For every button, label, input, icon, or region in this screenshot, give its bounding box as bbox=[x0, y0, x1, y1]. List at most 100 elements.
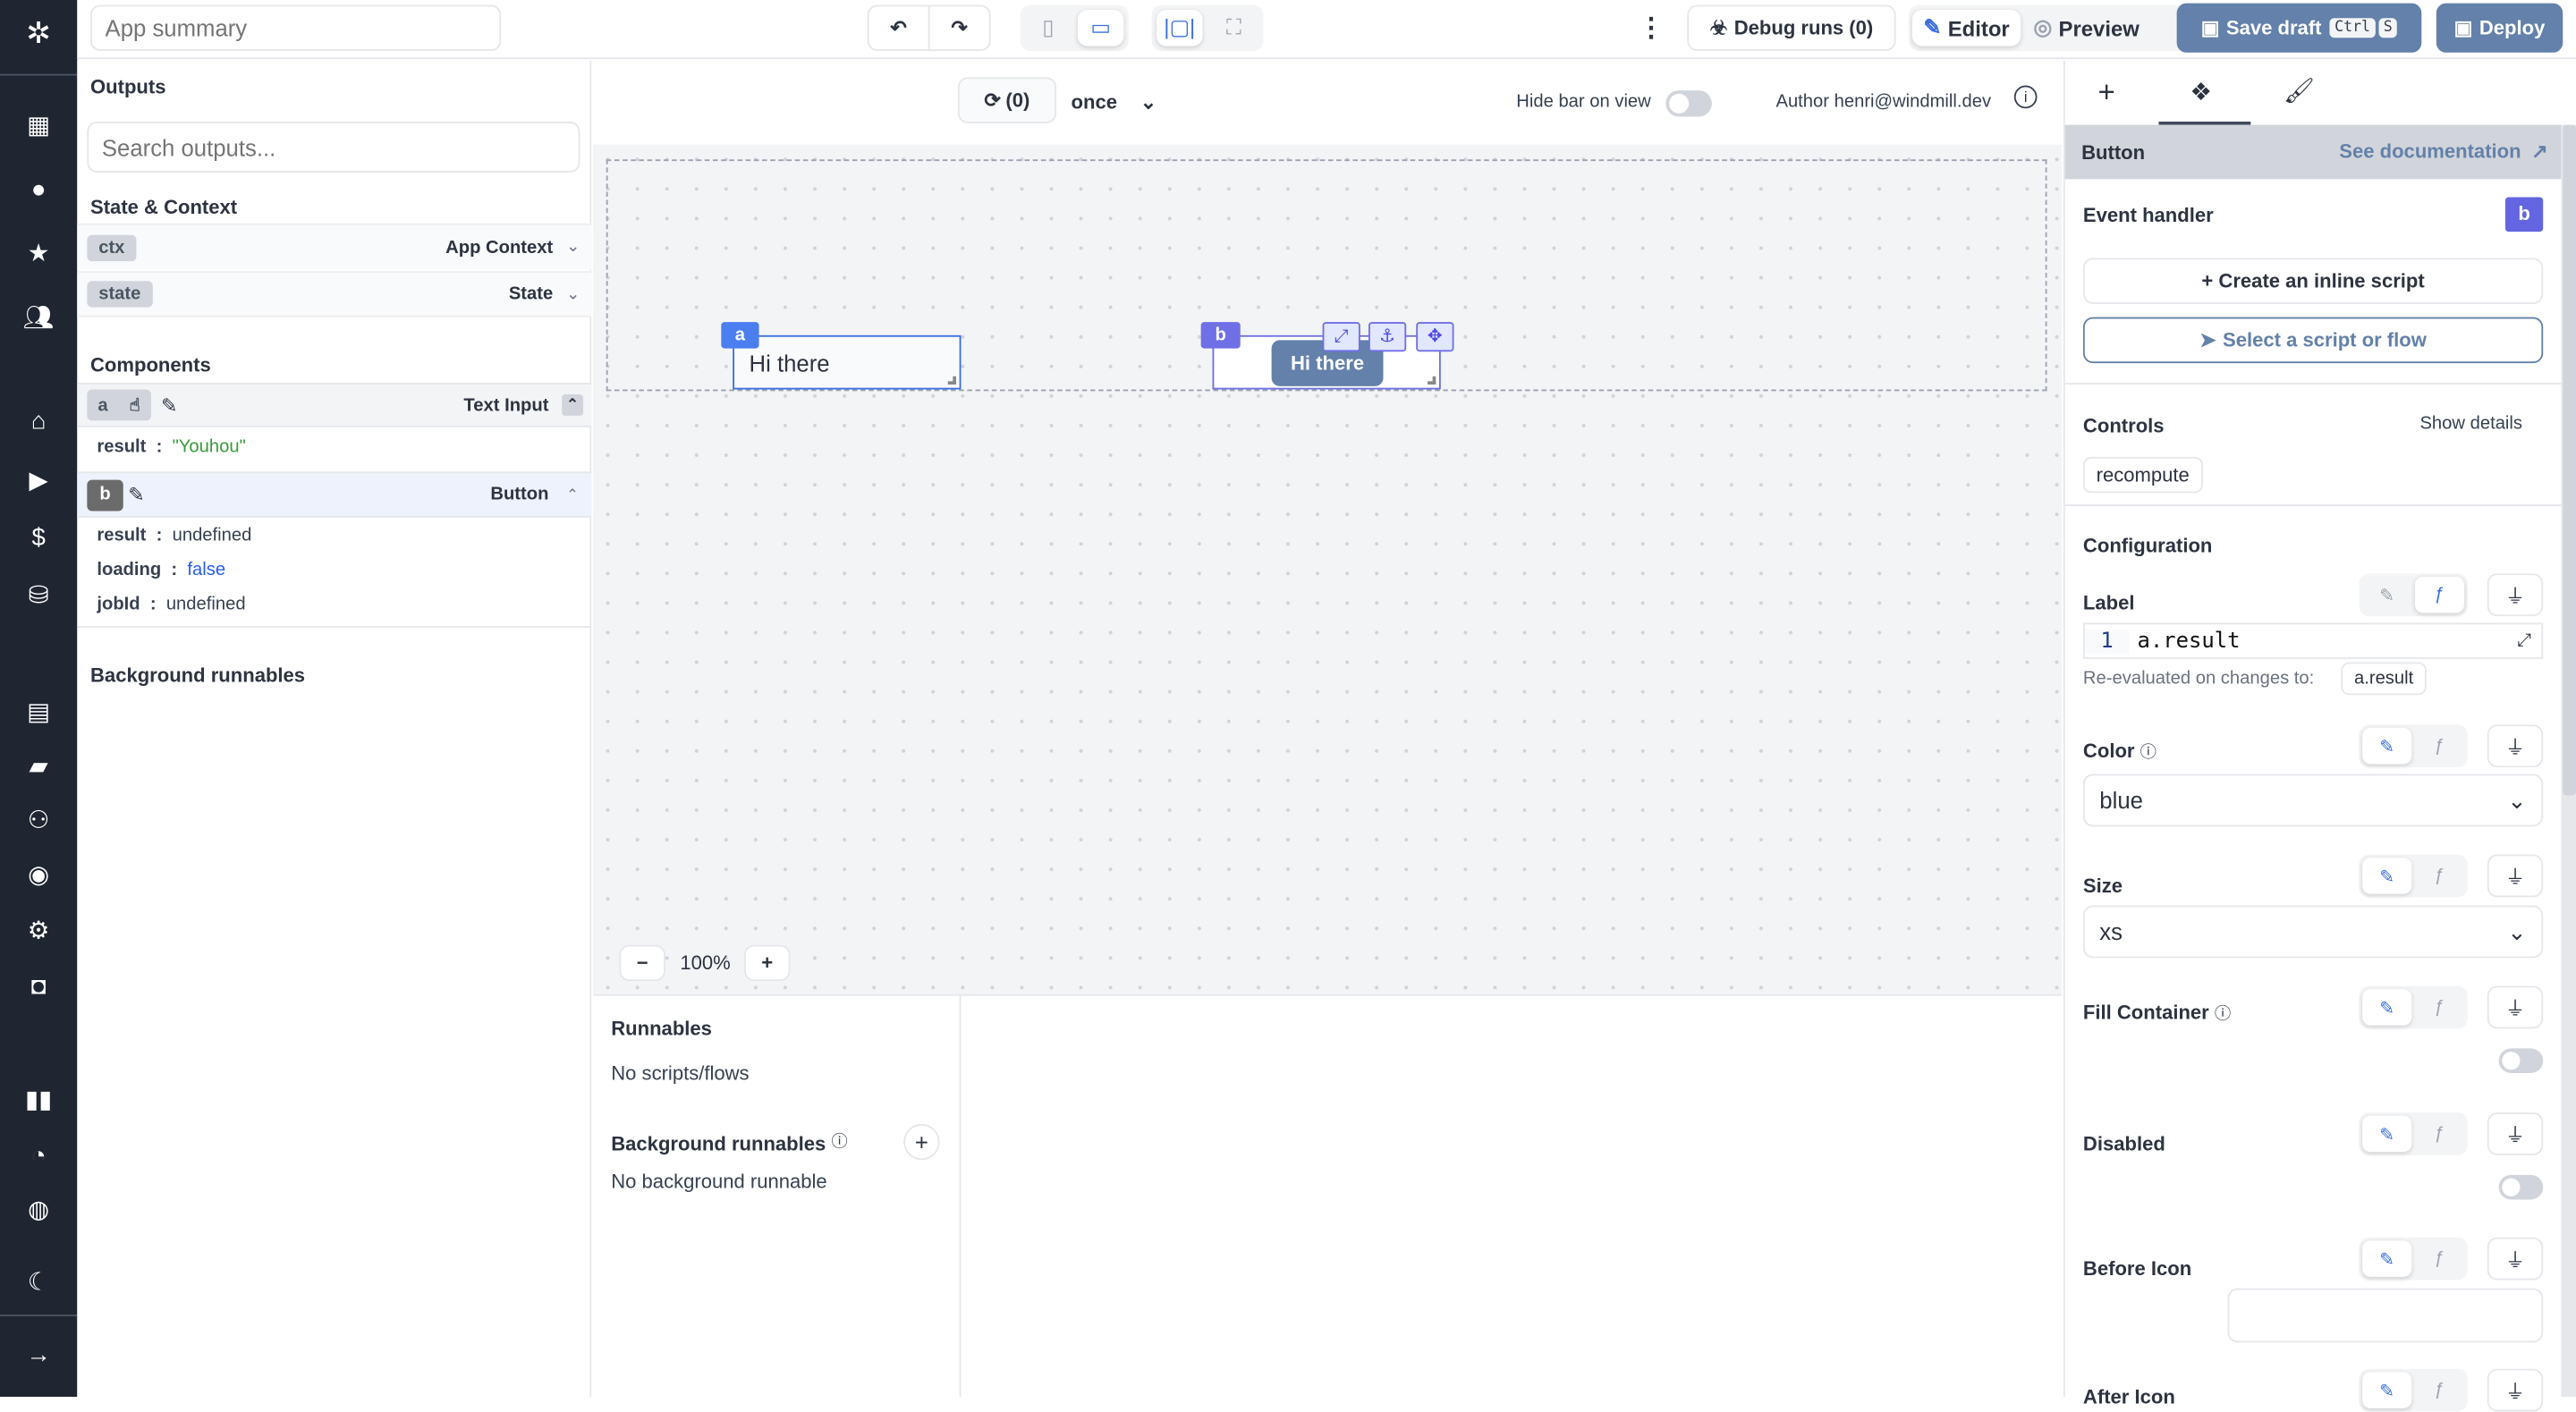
chevron-up-icon[interactable]: ⌃ bbox=[562, 486, 583, 503]
state-row[interactable]: state State ⌄ bbox=[77, 271, 592, 317]
app-canvas[interactable]: Hi there a Hi there b ⤢ ⚓︎ ✥ − 100% + bbox=[593, 144, 2063, 994]
full-width-button[interactable]: ⛶ bbox=[1211, 10, 1257, 46]
connect-button[interactable]: ⏚ bbox=[2487, 1112, 2544, 1155]
star-icon[interactable]: ★ bbox=[21, 237, 56, 272]
text-input-component[interactable]: Hi there bbox=[733, 334, 962, 390]
folder-open-icon[interactable]: ▰ bbox=[21, 749, 56, 784]
resize-handle[interactable] bbox=[947, 376, 956, 385]
connect-button[interactable]: ⏚ bbox=[2487, 985, 2544, 1029]
dollar-icon[interactable]: $ bbox=[21, 521, 56, 556]
desktop-view-button[interactable]: ▭ bbox=[1077, 10, 1124, 47]
disabled-toggle[interactable] bbox=[2498, 1174, 2544, 1200]
size-select[interactable]: xs ⌄ bbox=[2082, 905, 2544, 959]
save-draft-button[interactable]: ▣ Save draft Ctrl S bbox=[2176, 3, 2422, 53]
gear-icon[interactable]: ⚙ bbox=[21, 914, 56, 949]
moon-icon[interactable]: ☾ bbox=[21, 1265, 56, 1300]
add-bg-runnable-button[interactable]: + bbox=[903, 1123, 940, 1161]
component-row-b[interactable]: b ✎ Button ⌃ bbox=[77, 471, 592, 518]
resize-handle[interactable] bbox=[1428, 376, 1436, 385]
select-script-button[interactable]: ➤ Select a script or flow bbox=[2082, 317, 2544, 364]
eval-mode-button[interactable]: ƒ bbox=[2415, 1240, 2464, 1276]
book-icon[interactable]: ▮▮ bbox=[21, 1083, 56, 1118]
users-icon[interactable]: 👥︎ bbox=[21, 300, 56, 335]
info-icon[interactable]: ⓘ bbox=[831, 1128, 847, 1152]
component-row-a[interactable]: a ☝︎ ✎ Text Input ⌃ bbox=[77, 383, 592, 427]
input-mode-toggle: ✎ ƒ bbox=[2359, 1237, 2468, 1281]
static-mode-button[interactable]: ✎ bbox=[2362, 989, 2412, 1026]
zoom-in-button[interactable]: + bbox=[744, 944, 791, 982]
see-documentation-link[interactable]: See documentation ↗ bbox=[2339, 140, 2547, 163]
user-icon[interactable]: ● bbox=[21, 173, 56, 207]
connect-button[interactable]: ⏚ bbox=[2487, 724, 2544, 768]
connect-button[interactable]: ⏚ bbox=[2487, 1368, 2544, 1412]
more-menu-icon[interactable]: ⋮ bbox=[1638, 12, 1664, 45]
static-mode-button[interactable]: ✎ bbox=[2362, 1372, 2412, 1408]
undo-button[interactable]: ↶ bbox=[867, 4, 930, 51]
show-details-link[interactable]: Show details bbox=[2419, 414, 2522, 434]
github-icon[interactable]: ◍ bbox=[21, 1193, 56, 1228]
mobile-view-button[interactable]: ▯ bbox=[1025, 10, 1071, 46]
app-summary-input[interactable] bbox=[90, 4, 502, 51]
static-mode-button[interactable]: ✎ bbox=[2362, 728, 2412, 765]
eval-mode-button[interactable]: ƒ bbox=[2415, 1372, 2464, 1408]
eye-icon[interactable]: ◉ bbox=[21, 858, 56, 892]
fill-container-title: Fill Container ⓘ bbox=[2082, 1001, 2232, 1024]
windmill-logo-icon[interactable]: ✲ bbox=[21, 16, 56, 51]
color-select[interactable]: blue ⌄ bbox=[2082, 774, 2544, 827]
static-mode-button[interactable]: ✎ bbox=[2362, 577, 2411, 613]
expand-icon[interactable]: ⤢ bbox=[1322, 322, 1360, 352]
create-inline-script-button[interactable]: + Create an inline script bbox=[2082, 258, 2544, 304]
move-icon[interactable]: ✥ bbox=[1416, 322, 1454, 352]
label-title: Label bbox=[2082, 591, 2135, 615]
before-icon-input[interactable] bbox=[2227, 1288, 2544, 1343]
eval-mode-button[interactable]: ƒ bbox=[2415, 1116, 2464, 1152]
debug-runs-button[interactable]: ☣ Debug runs (0) bbox=[1687, 4, 1896, 51]
static-mode-button[interactable]: ✎ bbox=[2362, 858, 2412, 894]
building-icon[interactable]: ▦ bbox=[21, 108, 56, 143]
calendar-icon[interactable]: ▤ bbox=[21, 695, 56, 730]
static-mode-button[interactable]: ✎ bbox=[2362, 1115, 2412, 1153]
tab-settings[interactable]: ❖ bbox=[2190, 77, 2212, 106]
eval-mode-button[interactable]: ƒ bbox=[2415, 989, 2464, 1025]
tab-insert[interactable]: + bbox=[2097, 76, 2114, 111]
hide-bar-toggle[interactable] bbox=[1665, 90, 1712, 117]
deploy-button[interactable]: ▣ Deploy bbox=[2436, 3, 2563, 53]
eval-mode-button[interactable]: ƒ bbox=[2415, 858, 2464, 893]
chevron-down-icon: ⌄ bbox=[1140, 90, 1157, 114]
refresh-button[interactable]: ⟳ (0) bbox=[957, 77, 1056, 123]
eval-mode-button[interactable]: ƒ bbox=[2415, 728, 2464, 764]
pencil-icon[interactable]: ✎ bbox=[128, 483, 144, 506]
connect-button[interactable]: ⏚ bbox=[2487, 1237, 2544, 1281]
run-mode-select[interactable]: once ⌄ bbox=[1072, 90, 1157, 114]
fixed-width-button[interactable]: |▢| bbox=[1157, 10, 1203, 47]
home-icon[interactable]: ⌂ bbox=[21, 404, 56, 439]
tab-css[interactable]: 🖌︎ bbox=[2284, 76, 2315, 105]
search-outputs-input[interactable] bbox=[87, 121, 580, 173]
fill-container-toggle[interactable] bbox=[2498, 1048, 2544, 1073]
info-icon[interactable]: i bbox=[2013, 85, 2038, 109]
zoom-out-button[interactable]: − bbox=[619, 944, 665, 982]
chevron-up-icon[interactable]: ⌃ bbox=[562, 394, 584, 416]
boxes-icon[interactable]: ⛁ bbox=[21, 579, 56, 613]
anchor-icon[interactable]: ⚓︎ bbox=[1368, 322, 1407, 352]
expand-icon[interactable]: ⤢ bbox=[2517, 630, 2531, 653]
arrow-right-icon[interactable]: → bbox=[21, 1338, 56, 1373]
ctx-row[interactable]: ctx App Context ⌄ bbox=[77, 223, 592, 270]
pencil-icon[interactable]: ✎ bbox=[161, 393, 177, 417]
scrollbar[interactable] bbox=[2561, 124, 2576, 1397]
component-id-badge[interactable]: b bbox=[1200, 322, 1241, 349]
discord-icon[interactable]: ◔ bbox=[21, 1138, 56, 1173]
eval-mode-button[interactable]: ƒ bbox=[2414, 576, 2465, 613]
connect-button[interactable]: ⏚ bbox=[2487, 573, 2544, 617]
editor-tab[interactable]: ✎ Editor bbox=[1911, 10, 2021, 47]
label-code-editor[interactable]: 1 a.result ⤢ bbox=[2082, 622, 2544, 659]
users-group-icon[interactable]: ⚇ bbox=[21, 804, 56, 839]
pointer-hand-icon[interactable]: ☝︎ bbox=[130, 394, 140, 416]
play-icon[interactable]: ▶ bbox=[21, 463, 56, 498]
static-mode-button[interactable]: ✎ bbox=[2362, 1240, 2412, 1277]
connect-button[interactable]: ⏚ bbox=[2487, 854, 2544, 898]
preview-tab[interactable]: ◎ Preview bbox=[2027, 10, 2145, 46]
component-id-badge[interactable]: a bbox=[721, 322, 759, 349]
bot-icon[interactable]: ◘ bbox=[21, 969, 56, 1004]
redo-button[interactable]: ↷ bbox=[928, 4, 991, 51]
